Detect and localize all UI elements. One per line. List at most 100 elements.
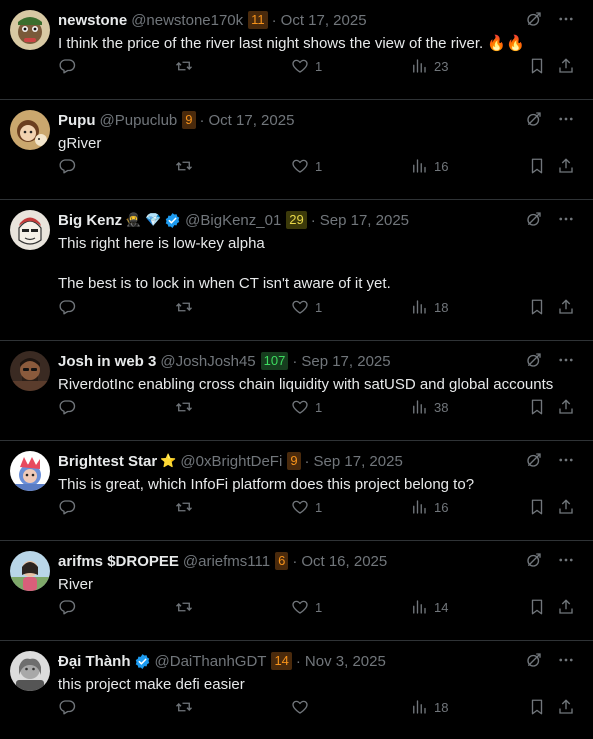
tweet[interactable]: Pupu @Pupuclub 9 · Oct 17, 2025 gRiver 1 16 — [0, 100, 593, 200]
reply-button[interactable] — [58, 157, 82, 175]
grok-icon[interactable] — [525, 10, 543, 33]
views-button[interactable]: 18 — [410, 698, 448, 716]
separator-dot: · — [310, 211, 316, 229]
views-button[interactable]: 38 — [410, 398, 448, 416]
tweet-date[interactable]: Sep 17, 2025 — [314, 453, 403, 470]
share-button[interactable] — [557, 57, 575, 75]
reply-button[interactable] — [58, 57, 82, 75]
more-icon[interactable] — [557, 351, 575, 374]
separator-dot: · — [295, 652, 301, 670]
repost-button[interactable] — [175, 298, 199, 316]
bookmark-icon — [528, 698, 546, 716]
bookmark-button[interactable] — [528, 598, 546, 616]
author-name[interactable]: Big Kenz — [58, 212, 122, 229]
reply-button[interactable] — [58, 498, 82, 516]
avatar[interactable] — [10, 451, 50, 491]
grok-icon[interactable] — [525, 551, 543, 574]
score-badge: 9 — [287, 452, 301, 470]
views-button[interactable]: 16 — [410, 157, 448, 175]
tweet-text: gRiver — [58, 135, 102, 152]
more-icon[interactable] — [557, 210, 575, 233]
reply-button[interactable] — [58, 298, 82, 316]
bookmark-button[interactable] — [528, 157, 546, 175]
author-name[interactable]: arifms $DROPEE — [58, 553, 179, 570]
tweet-date[interactable]: Oct 17, 2025 — [209, 112, 295, 129]
share-button[interactable] — [557, 498, 575, 516]
repost-button[interactable] — [175, 498, 199, 516]
like-button[interactable]: 1 — [291, 157, 322, 175]
like-button[interactable]: 1 — [291, 398, 322, 416]
author-handle[interactable]: @0xBrightDeFi — [180, 453, 282, 470]
author-name[interactable]: newstone — [58, 12, 127, 29]
share-button[interactable] — [557, 157, 575, 175]
author-handle[interactable]: @newstone170k — [131, 12, 243, 29]
share-button[interactable] — [557, 398, 575, 416]
views-button[interactable]: 16 — [410, 498, 448, 516]
grok-icon[interactable] — [525, 110, 543, 133]
bookmark-button[interactable] — [528, 298, 546, 316]
reply-button[interactable] — [58, 698, 82, 716]
author-name[interactable]: Brightest Star — [58, 453, 157, 470]
views-button[interactable]: 14 — [410, 598, 448, 616]
tweet[interactable]: Josh in web 3 @JoshJosh45 107 · Sep 17, 2025… — [0, 341, 593, 441]
avatar[interactable] — [10, 10, 50, 50]
share-button[interactable] — [557, 298, 575, 316]
bookmark-button[interactable] — [528, 57, 546, 75]
repost-button[interactable] — [175, 57, 199, 75]
grok-icon[interactable] — [525, 210, 543, 233]
tweet-date[interactable]: Oct 16, 2025 — [301, 553, 387, 570]
repost-button[interactable] — [175, 598, 199, 616]
author-name[interactable]: Đại Thành — [58, 653, 131, 670]
views-button[interactable]: 18 — [410, 298, 448, 316]
like-button[interactable]: 1 — [291, 598, 322, 616]
more-icon[interactable] — [557, 551, 575, 574]
more-icon[interactable] — [557, 451, 575, 474]
share-icon — [557, 157, 575, 175]
author-handle[interactable]: @JoshJosh45 — [160, 353, 255, 370]
share-button[interactable] — [557, 598, 575, 616]
like-button[interactable] — [291, 698, 315, 716]
avatar[interactable] — [10, 651, 50, 691]
tweet-date[interactable]: Oct 17, 2025 — [281, 12, 367, 29]
grok-icon[interactable] — [525, 451, 543, 474]
author-handle[interactable]: @ariefms111 — [183, 553, 270, 570]
views-button[interactable]: 23 — [410, 57, 448, 75]
grok-icon[interactable] — [525, 351, 543, 374]
tweet[interactable]: arifms $DROPEE @ariefms111 6 · Oct 16, 2025 R… — [0, 541, 593, 641]
author-handle[interactable]: @Pupuclub — [100, 112, 178, 129]
likes-count: 1 — [315, 499, 323, 515]
tweet[interactable]: Brightest Star ⭐ @0xBrightDeFi 9 · Sep 17, 20… — [0, 441, 593, 541]
tweet-date[interactable]: Nov 3, 2025 — [305, 653, 386, 670]
tweet-date[interactable]: Sep 17, 2025 — [301, 353, 390, 370]
bookmark-button[interactable] — [528, 398, 546, 416]
bookmark-button[interactable] — [528, 698, 546, 716]
tweet[interactable]: newstone @newstone170k 11 · Oct 17, 2025 I th… — [0, 0, 593, 100]
avatar[interactable] — [10, 110, 50, 150]
tweet[interactable]: Đại Thành @DaiThanhGDT 14 · Nov 3, 2025 this … — [0, 641, 593, 739]
reply-button[interactable] — [58, 598, 82, 616]
author-name[interactable]: Pupu — [58, 112, 96, 129]
more-icon[interactable] — [557, 110, 575, 133]
avatar[interactable] — [10, 351, 50, 391]
bookmark-button[interactable] — [528, 498, 546, 516]
repost-button[interactable] — [175, 398, 199, 416]
tweet-date[interactable]: Sep 17, 2025 — [320, 212, 409, 229]
like-button[interactable]: 1 — [291, 57, 322, 75]
tweet-top-actions — [525, 110, 575, 133]
repost-button[interactable] — [175, 698, 199, 716]
avatar[interactable] — [10, 551, 50, 591]
author-handle[interactable]: @DaiThanhGDT — [155, 653, 267, 670]
more-icon[interactable] — [557, 651, 575, 674]
views-count: 18 — [434, 699, 449, 715]
like-button[interactable]: 1 — [291, 298, 322, 316]
repost-button[interactable] — [175, 157, 199, 175]
grok-icon[interactable] — [525, 651, 543, 674]
share-button[interactable] — [557, 698, 575, 716]
author-handle[interactable]: @BigKenz_01 — [185, 212, 281, 229]
avatar[interactable] — [10, 210, 50, 250]
tweet[interactable]: Big Kenz 🥷 💎 @BigKenz_01 29 · Sep 17, 2025 Thi… — [0, 200, 593, 341]
reply-button[interactable] — [58, 398, 82, 416]
more-icon[interactable] — [557, 10, 575, 33]
author-name[interactable]: Josh in web 3 — [58, 353, 156, 370]
like-button[interactable]: 1 — [291, 498, 322, 516]
